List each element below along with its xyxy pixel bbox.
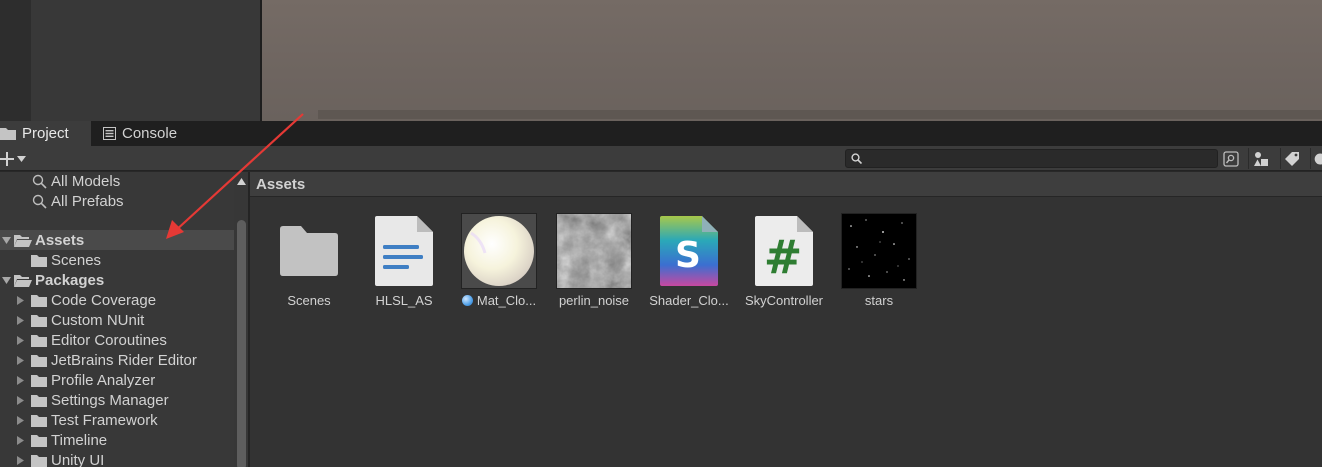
texture-icon <box>556 213 632 289</box>
tree-item-packages[interactable]: Packages <box>0 270 234 290</box>
create-button[interactable] <box>0 149 32 168</box>
tree-item-package[interactable]: Timeline <box>0 430 234 450</box>
collapsed-arrow-icon[interactable] <box>14 354 26 366</box>
folder-icon <box>30 293 48 307</box>
search-icon <box>851 153 862 164</box>
folder-icon <box>30 413 48 427</box>
folder-icon <box>30 313 48 327</box>
tree-item-package[interactable]: Settings Manager <box>0 390 234 410</box>
hierarchy-panel-background <box>31 0 260 121</box>
plus-icon <box>0 151 14 166</box>
tree-item-label: Assets <box>35 231 85 249</box>
asset-item-shader[interactable]: S Shader_Clo... <box>643 213 735 313</box>
texture-icon <box>841 213 917 289</box>
collapsed-arrow-icon[interactable] <box>14 414 26 426</box>
search-input[interactable] <box>864 150 1214 167</box>
expand-arrow-icon[interactable] <box>0 274 12 286</box>
tree-item-package[interactable]: Profile Analyzer <box>0 370 234 390</box>
search-by-type-button[interactable] <box>1219 148 1243 169</box>
asset-item-stars[interactable]: stars <box>833 213 925 313</box>
tag-icon <box>1285 152 1299 166</box>
search-options-icon <box>1223 150 1239 167</box>
tree-item-label: Settings Manager <box>51 391 169 409</box>
open-folder-icon <box>14 273 32 287</box>
folder-icon <box>30 353 48 367</box>
material-badge-icon <box>461 295 473 306</box>
console-icon <box>103 127 116 140</box>
asset-label: stars <box>864 293 894 308</box>
tree-item-label: Custom NUnit <box>51 311 145 329</box>
shader-icon: S <box>651 213 727 289</box>
tree-item-package[interactable]: JetBrains Rider Editor <box>0 350 234 370</box>
tree-item-label: All Prefabs <box>51 192 124 210</box>
search-field[interactable] <box>845 149 1218 168</box>
folder-icon <box>30 433 48 447</box>
asset-label: Shader_Clo... <box>649 293 729 308</box>
tree-item-package[interactable]: Test Framework <box>0 410 234 430</box>
tree-item-package[interactable]: Custom NUnit <box>0 310 234 330</box>
tab-project[interactable]: Project <box>0 121 91 146</box>
tree-item-label: JetBrains Rider Editor <box>51 351 197 369</box>
asset-label: perlin_noise <box>558 293 630 308</box>
asset-label: HLSL_AS <box>375 293 433 308</box>
scene-view[interactable] <box>262 0 1322 121</box>
tree-item-label: Editor Coroutines <box>51 331 167 349</box>
filter-by-type-button[interactable] <box>1248 148 1272 169</box>
collapsed-arrow-icon[interactable] <box>14 394 26 406</box>
tree-item-package[interactable]: Editor Coroutines <box>0 330 234 350</box>
svg-text:S: S <box>675 235 701 276</box>
collapsed-arrow-icon[interactable] <box>14 334 26 346</box>
folder-icon <box>30 373 48 387</box>
svg-text:#: # <box>764 230 803 284</box>
tree-item-scenes[interactable]: Scenes <box>0 250 234 270</box>
asset-label: SkyController <box>744 293 824 308</box>
tree-item-label: All Models <box>51 172 121 190</box>
tree-item-label: Unity UI <box>51 451 105 467</box>
collapsed-arrow-icon[interactable] <box>14 374 26 386</box>
open-folder-icon <box>14 233 32 247</box>
asset-label: Scenes <box>287 293 331 308</box>
collapsed-arrow-icon[interactable] <box>14 454 26 466</box>
folder-icon <box>30 333 48 347</box>
tree-item-package[interactable]: Code Coverage <box>0 290 234 310</box>
asset-item-hlsl[interactable]: HLSL_AS <box>358 213 450 313</box>
tree-item-label: Code Coverage <box>51 291 157 309</box>
collapsed-arrow-icon[interactable] <box>14 294 26 306</box>
material-icon <box>461 213 537 289</box>
folder-icon <box>0 128 16 140</box>
expand-arrow-icon[interactable] <box>0 234 12 246</box>
asset-item-material[interactable]: Mat_Clo... <box>453 213 545 313</box>
tree-item-label: Test Framework <box>51 411 158 429</box>
filter-by-label-button[interactable] <box>1280 148 1304 169</box>
asset-item-skycontroller[interactable]: # SkyController <box>738 213 830 313</box>
text-file-icon <box>366 213 442 289</box>
shapes-icon <box>1253 151 1268 166</box>
tree-item-label: Timeline <box>51 431 108 449</box>
tab-project-label: Project <box>22 125 69 142</box>
folder-icon <box>30 393 48 407</box>
tree-item-label: Profile Analyzer <box>51 371 156 389</box>
folder-icon <box>30 453 48 467</box>
asset-label: Mat_Clo... <box>476 293 537 308</box>
left-toolbar-strip <box>0 0 31 121</box>
star-icon <box>1314 153 1322 164</box>
folder-icon <box>30 253 48 267</box>
annotation-arrow-icon <box>166 113 304 239</box>
save-search-button[interactable] <box>1310 148 1322 169</box>
search-icon <box>30 194 48 209</box>
scrollbar-thumb[interactable] <box>237 220 246 467</box>
tree-item-package[interactable]: Unity UI <box>0 450 234 467</box>
tree-item-label: Packages <box>35 271 105 289</box>
scene-view-scrollbar[interactable] <box>318 110 1322 119</box>
tree-item-label: Scenes <box>51 251 102 269</box>
dropdown-arrow-icon <box>17 155 26 162</box>
asset-item-perlin-noise[interactable]: perlin_noise <box>548 213 640 313</box>
collapsed-arrow-icon[interactable] <box>14 434 26 446</box>
collapsed-arrow-icon[interactable] <box>14 314 26 326</box>
csharp-script-icon: # <box>746 213 822 289</box>
breadcrumb: Assets <box>250 172 1322 197</box>
search-icon <box>30 174 48 189</box>
